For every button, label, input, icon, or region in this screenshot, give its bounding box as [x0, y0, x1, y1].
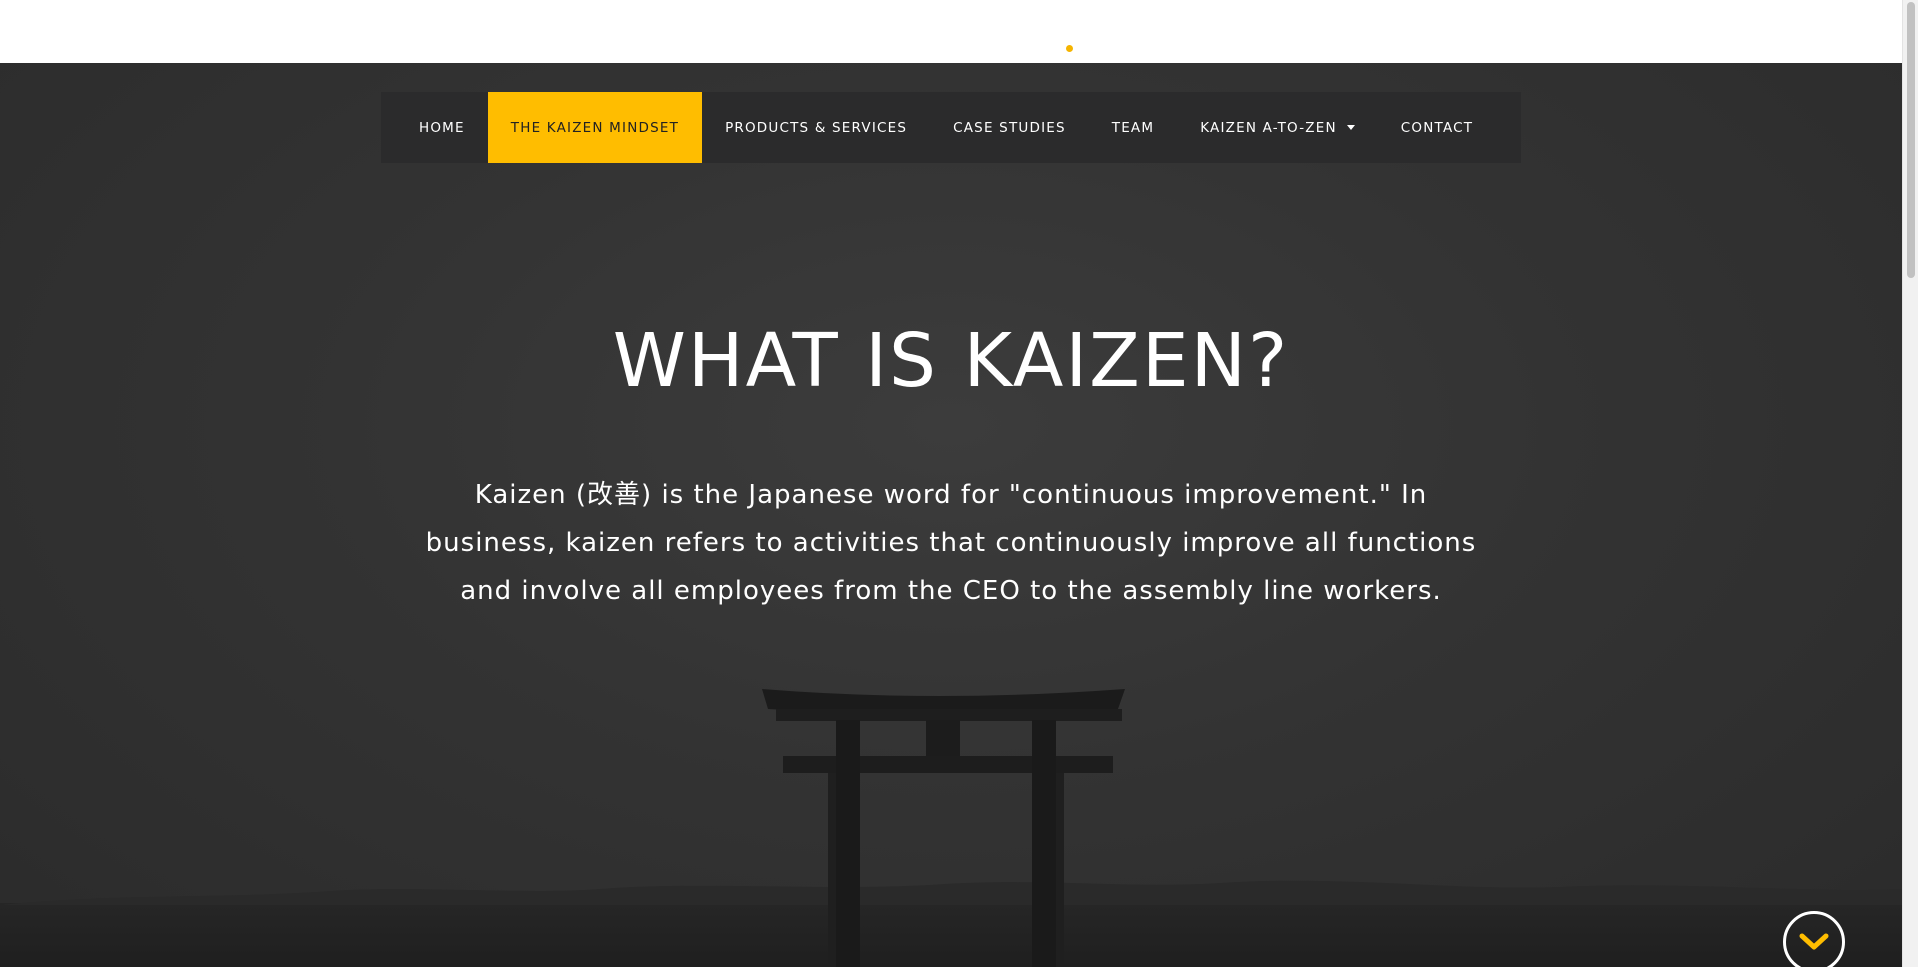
nav-item-label: CONTACT — [1400, 119, 1474, 136]
hero-section: WHAT IS KAIZEN? Kaizen (改善) is the Japan… — [0, 63, 1902, 967]
nav-item-case-studies[interactable]: CASE STUDIES — [930, 92, 1089, 163]
caret-down-icon — [1346, 125, 1355, 130]
nav-item-label: THE KAIZEN MINDSET — [510, 119, 680, 136]
main-navigation: HOME THE KAIZEN MINDSET PRODUCTS & SERVI… — [381, 92, 1521, 163]
scrollbar-thumb[interactable] — [1907, 2, 1915, 278]
nav-item-label: CASE STUDIES — [953, 119, 1066, 136]
nav-item-home[interactable]: HOME — [381, 92, 488, 163]
nav-item-products-services[interactable]: PRODUCTS & SERVICES — [702, 92, 930, 163]
page-scrollbar[interactable] — [1902, 0, 1918, 967]
nav-item-label: PRODUCTS & SERVICES — [725, 119, 908, 136]
nav-item-kaizen-mindset[interactable]: THE KAIZEN MINDSET — [487, 92, 703, 163]
nav-item-contact[interactable]: CONTACT — [1378, 92, 1496, 163]
top-bar — [0, 0, 1918, 63]
page-title: WHAT IS KAIZEN? — [612, 318, 1290, 404]
nav-item-label: TEAM — [1111, 119, 1155, 136]
nav-item-label: KAIZEN A-TO-ZEN — [1200, 119, 1337, 136]
intro-paragraph: Kaizen (改善) is the Japanese word for "co… — [425, 480, 1477, 606]
nav-item-team[interactable]: TEAM — [1089, 92, 1177, 163]
loading-indicator — [1066, 45, 1073, 52]
chevron-down-icon — [1799, 933, 1829, 950]
nav-item-label: HOME — [419, 119, 465, 136]
nav-item-kaizen-a-to-zen[interactable]: KAIZEN A-TO-ZEN — [1177, 92, 1378, 163]
scroll-down-button[interactable] — [1783, 911, 1845, 967]
